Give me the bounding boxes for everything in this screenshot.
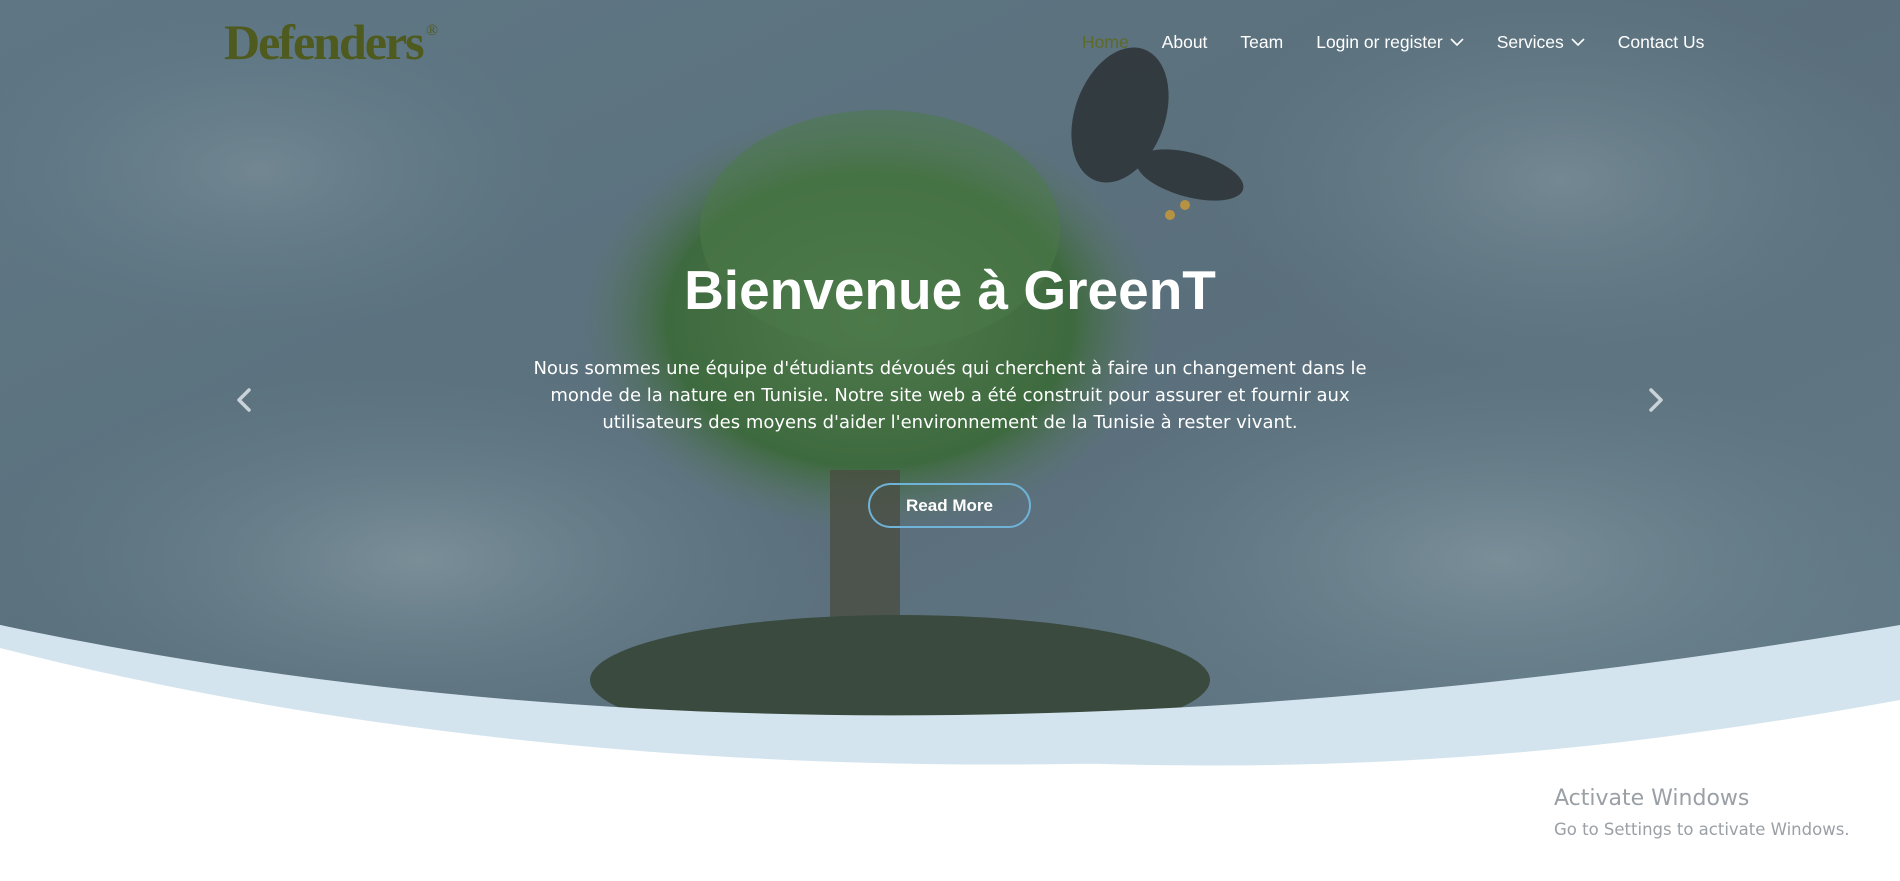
nav-item-label: Login or register [1316, 31, 1443, 52]
nav-item-about[interactable]: About [1162, 32, 1208, 53]
nav-item-contact-us[interactable]: Contact Us [1618, 32, 1705, 53]
hero-section: Defenders ® Home About Team Login or reg… [0, 0, 1900, 881]
nav-item-services[interactable]: Services [1497, 32, 1585, 53]
main-nav: Home About Team Login or register Servic… [1082, 30, 1704, 54]
hero-title: Bienvenue à GreenT [684, 259, 1216, 321]
chevron-down-icon [1571, 38, 1585, 47]
nav-item-home[interactable]: Home [1082, 32, 1129, 53]
registered-mark: ® [426, 22, 439, 39]
nav-item-team[interactable]: Team [1240, 32, 1283, 53]
nav-item-label: Home [1082, 31, 1129, 52]
hero-background-image [0, 0, 1900, 881]
nav-item-label: About [1161, 31, 1208, 52]
nav-item-login-register[interactable]: Login or register [1316, 31, 1464, 53]
site-header: Defenders ® Home About Team Login or reg… [0, 0, 1900, 84]
nav-item-label: Team [1240, 31, 1284, 52]
chevron-right-icon[interactable] [1641, 382, 1671, 418]
chevron-left-icon[interactable] [229, 382, 259, 418]
nav-item-label: Services [1496, 31, 1564, 52]
windows-activation-watermark: Activate Windows Go to Settings to activ… [1554, 784, 1850, 842]
watermark-subtitle: Go to Settings to activate Windows. [1554, 820, 1850, 839]
chevron-down-icon [1450, 38, 1464, 47]
watermark-title: Activate Windows [1554, 786, 1750, 811]
read-more-button[interactable]: Read More [868, 483, 1031, 528]
brand-logo[interactable]: Defenders [224, 14, 425, 70]
hero-description: Nous sommes une équipe d'étudiants dévou… [533, 358, 1367, 433]
nav-item-label: Contact Us [1617, 31, 1705, 52]
